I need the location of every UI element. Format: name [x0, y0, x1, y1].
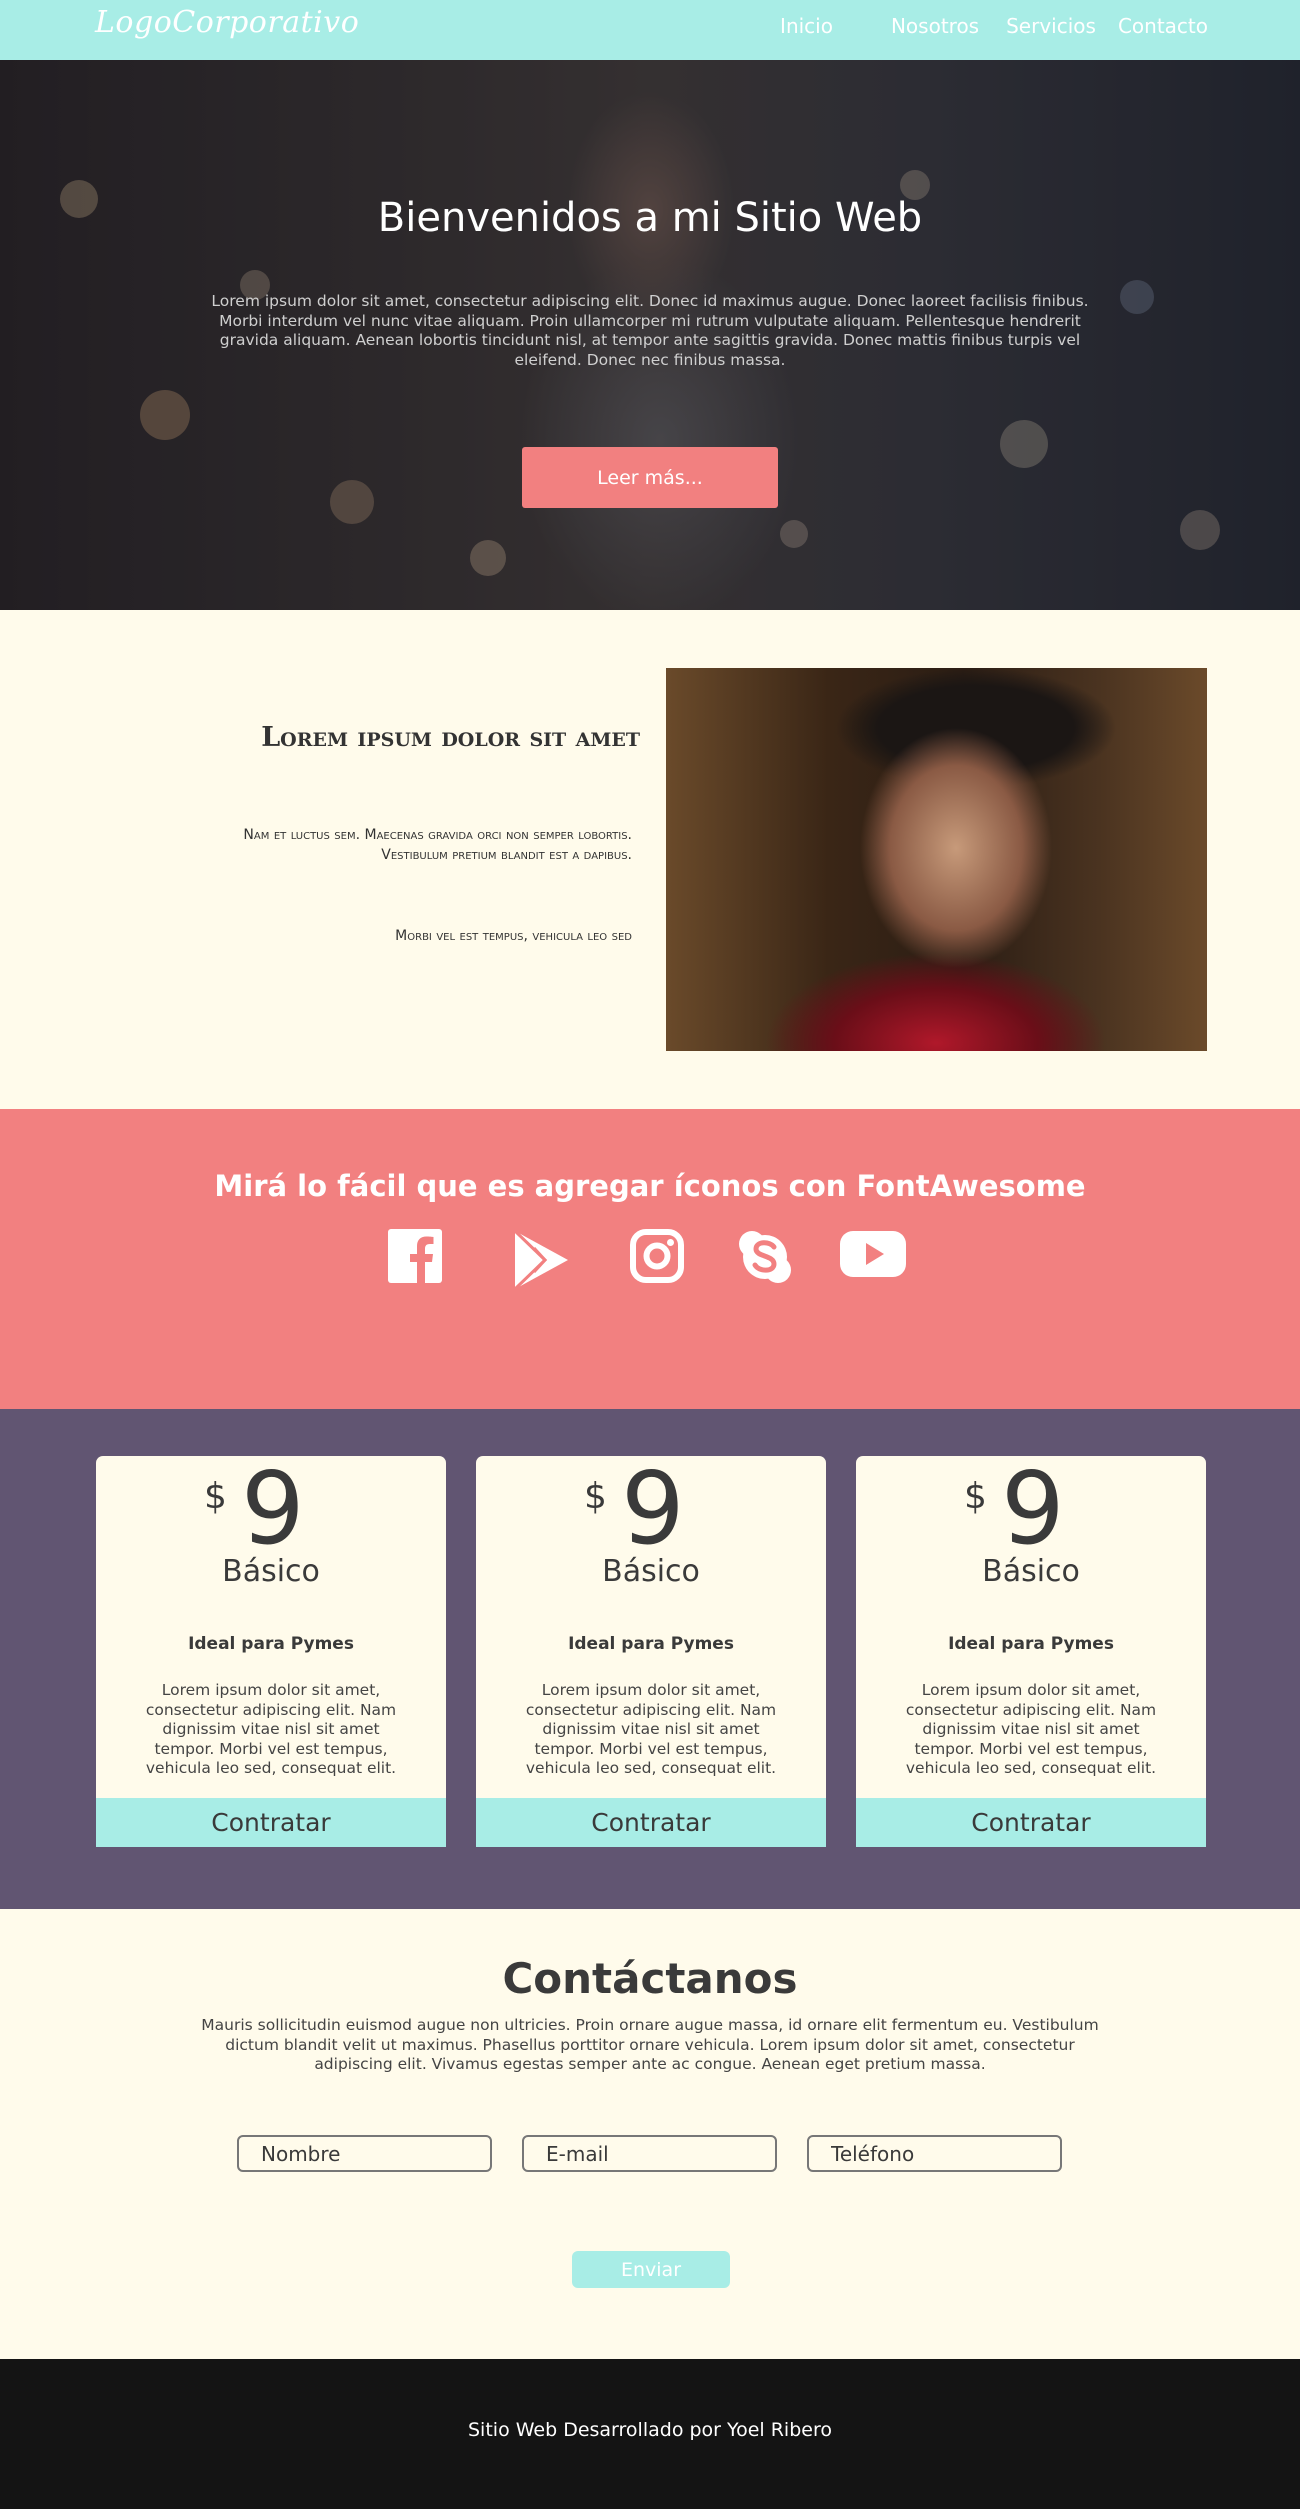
- plan-name: Básico: [982, 1554, 1080, 1589]
- nav-link-contacto[interactable]: Contacto: [1118, 14, 1208, 38]
- youtube-icon[interactable]: [840, 1229, 906, 1279]
- plan-subtitle: Ideal para Pymes: [568, 1634, 734, 1654]
- currency-symbol: $: [204, 1476, 227, 1517]
- about-section: Lorem ipsum dolor sit amet Nam et luctus…: [0, 610, 1300, 1109]
- about-title: Lorem ipsum dolor sit amet: [261, 722, 640, 753]
- hero-section: Bienvenidos a mi Sitio Web Lorem ipsum d…: [0, 60, 1300, 610]
- hero-title: Bienvenidos a mi Sitio Web: [377, 195, 923, 241]
- phone-field[interactable]: [807, 2135, 1062, 2172]
- footer: Sitio Web Desarrollado por Yoel Ribero: [0, 2359, 1300, 2509]
- about-paragraph: Morbi vel est tempus, vehicula leo sed: [395, 928, 632, 944]
- plan-name: Básico: [602, 1554, 700, 1589]
- pricing-card: $ 9 Básico Ideal para Pymes Lorem ipsum …: [476, 1456, 826, 1847]
- nav-link-nosotros[interactable]: Nosotros: [891, 14, 979, 38]
- contratar-button[interactable]: Contratar: [856, 1798, 1206, 1847]
- contact-title: Contáctanos: [502, 1954, 798, 2003]
- contact-text: Mauris sollicitudin euismod augue non ul…: [201, 2016, 1099, 2073]
- plan-description: Lorem ipsum dolor sit amet, consectetur …: [145, 1681, 397, 1777]
- facebook-icon[interactable]: [388, 1229, 442, 1283]
- email-field[interactable]: [522, 2135, 777, 2172]
- pricing-section: $ 9 Básico Ideal para Pymes Lorem ipsum …: [0, 1409, 1300, 1909]
- plan-subtitle: Ideal para Pymes: [188, 1634, 354, 1654]
- nav-link-inicio[interactable]: Inicio: [780, 14, 833, 38]
- plan-subtitle: Ideal para Pymes: [948, 1634, 1114, 1654]
- hero-text: Lorem ipsum dolor sit amet, consectetur …: [211, 292, 1089, 369]
- pricing-card: $ 9 Básico Ideal para Pymes Lorem ipsum …: [856, 1456, 1206, 1847]
- icons-title: Mirá lo fácil que es agregar íconos con …: [214, 1169, 1086, 1203]
- google-play-icon[interactable]: [512, 1229, 570, 1291]
- navbar: LogoCorporativo Inicio Nosotros Servicio…: [0, 0, 1300, 60]
- name-field[interactable]: [237, 2135, 492, 2172]
- pricing-card: $ 9 Básico Ideal para Pymes Lorem ipsum …: [96, 1456, 446, 1847]
- plan-description: Lorem ipsum dolor sit amet, consectetur …: [525, 1681, 777, 1777]
- send-button[interactable]: Enviar: [572, 2251, 730, 2288]
- contact-section: Contáctanos Mauris sollicitudin euismod …: [0, 1909, 1300, 2359]
- icons-section: Mirá lo fácil que es agregar íconos con …: [0, 1109, 1300, 1409]
- read-more-button[interactable]: Leer más...: [522, 447, 778, 508]
- skype-icon[interactable]: [737, 1229, 793, 1285]
- currency-symbol: $: [584, 1476, 607, 1517]
- about-paragraph: Nam et luctus sem. Maecenas gravida orci…: [243, 827, 632, 863]
- contratar-button[interactable]: Contratar: [96, 1798, 446, 1847]
- nav-links: Inicio Nosotros Servicios Contacto: [780, 14, 1208, 38]
- contratar-button[interactable]: Contratar: [476, 1798, 826, 1847]
- plan-name: Básico: [222, 1554, 320, 1589]
- about-photo: [666, 668, 1207, 1051]
- plan-description: Lorem ipsum dolor sit amet, consectetur …: [905, 1681, 1157, 1777]
- footer-text: Sitio Web Desarrollado por Yoel Ribero: [468, 2419, 832, 2441]
- logo[interactable]: LogoCorporativo: [95, 5, 359, 40]
- instagram-icon[interactable]: [630, 1229, 684, 1283]
- nav-link-servicios[interactable]: Servicios: [1006, 14, 1096, 38]
- currency-symbol: $: [964, 1476, 987, 1517]
